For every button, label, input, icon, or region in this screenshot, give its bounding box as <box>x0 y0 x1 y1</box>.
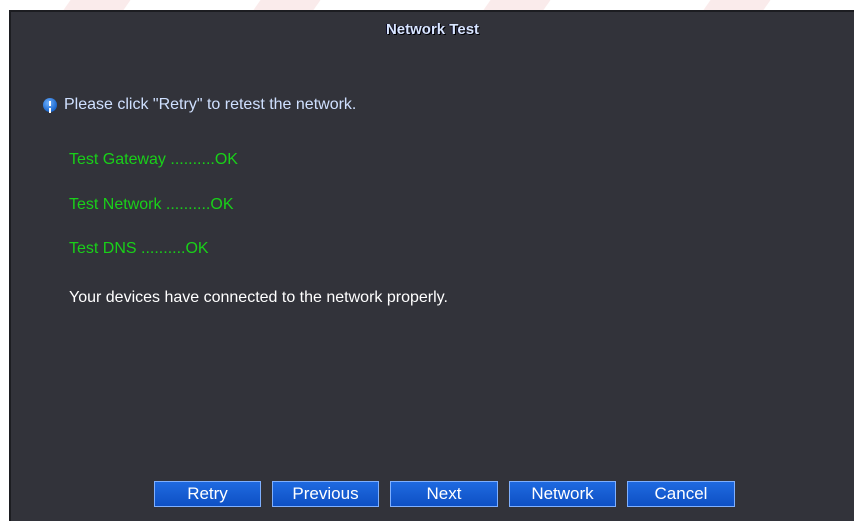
hint-message: Please click "Retry" to retest the netwo… <box>43 96 356 114</box>
next-button[interactable]: Next <box>390 481 498 507</box>
network-button[interactable]: Network <box>509 481 616 507</box>
test-network-status: Test Network ..........OK <box>69 196 234 213</box>
previous-button[interactable]: Previous <box>272 481 379 507</box>
cancel-button[interactable]: Cancel <box>627 481 735 507</box>
dialog-title: Network Test <box>385 21 480 38</box>
hint-text: Please click "Retry" to retest the netwo… <box>64 96 357 113</box>
test-gateway-status: Test Gateway ..........OK <box>69 151 238 168</box>
button-bar: Retry Previous Next Network Cancel <box>11 481 854 507</box>
info-icon <box>43 98 57 112</box>
network-test-dialog: Network Test Please click "Retry" to ret… <box>9 10 854 521</box>
retry-button[interactable]: Retry <box>154 481 261 507</box>
test-dns-status: Test DNS ..........OK <box>69 240 209 257</box>
result-message: Your devices have connected to the netwo… <box>69 289 448 306</box>
